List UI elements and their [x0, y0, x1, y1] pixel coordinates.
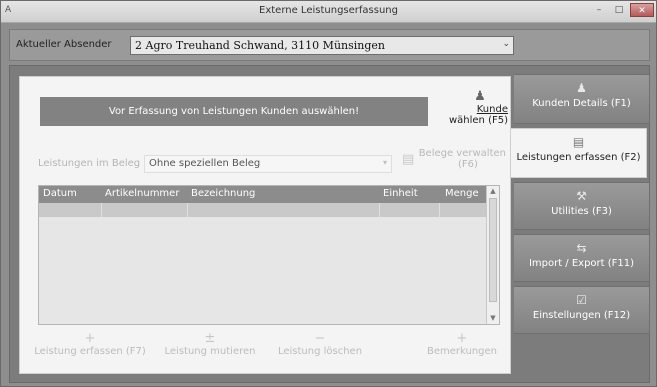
tab-label: Kunden Details (F1)	[532, 98, 631, 109]
column-header-bezeichnung[interactable]: Bezeichnung	[191, 188, 255, 199]
beleg-row: Leistungen im Beleg Ohne speziellen Bele…	[38, 148, 508, 174]
remarks-label: Bemerkungen	[426, 346, 497, 357]
close-button[interactable]: ✕	[630, 3, 654, 17]
edit-service-label: Leistung mutieren	[164, 346, 256, 357]
manage-belege-button[interactable]: ▤ Belege verwalten (F6)	[400, 148, 506, 170]
remarks-button[interactable]: + Bemerkungen	[422, 331, 502, 358]
tab-utilities[interactable]: ⚒ Utilities (F3)	[514, 182, 650, 230]
select-customer-button[interactable]: ♟ Kunde wählen (F5)	[430, 89, 508, 133]
sender-bar: Aktueller Absender 2 Agro Treuhand Schwa…	[9, 29, 650, 61]
beleg-label: Leistungen im Beleg	[38, 158, 141, 169]
select-customer-label: Kunde	[476, 104, 508, 115]
app-window: A Externe Leistungserfassung – □ ✕ Aktue…	[0, 0, 657, 387]
minus-icon: −	[314, 331, 326, 346]
delete-service-label: Leistung löschen	[277, 346, 363, 357]
content-panel: Vor Erfassung von Leistungen Kunden ausw…	[19, 76, 511, 374]
services-table[interactable]: Datum Artikelnummer Bezeichnung Einheit …	[38, 185, 500, 325]
beleg-select[interactable]: Ohne speziellen Beleg ▾	[144, 155, 392, 173]
tab-kunden-details[interactable]: ♟ Kunden Details (F1)	[514, 74, 650, 124]
sender-label: Aktueller Absender	[16, 39, 112, 50]
tab-label: Import / Export (F11)	[528, 258, 635, 269]
table-header: Datum Artikelnummer Bezeichnung Einheit …	[39, 186, 487, 203]
sender-select[interactable]: 2 Agro Treuhand Schwand, 3110 Münsingen …	[130, 36, 514, 55]
add-service-button[interactable]: + Leistung erfassen (F7)	[30, 331, 150, 358]
window-title: Externe Leistungserfassung	[259, 5, 398, 16]
column-header-artikelnummer[interactable]: Artikelnummer	[105, 188, 179, 199]
tab-einstellungen[interactable]: ☑ Einstellungen (F12)	[514, 286, 650, 334]
document-icon: ▤	[402, 152, 415, 167]
plus-icon: +	[456, 331, 468, 346]
select-customer-notice: Vor Erfassung von Leistungen Kunden ausw…	[40, 97, 428, 126]
tab-label: Einstellungen (F12)	[532, 310, 631, 321]
scroll-up-icon[interactable]: ▲	[487, 187, 499, 195]
table-row[interactable]	[39, 203, 487, 217]
action-bar: + Leistung erfassen (F7) ± Leistung muti…	[30, 332, 506, 368]
add-service-label: Leistung erfassen (F7)	[34, 346, 146, 357]
sender-value: 2 Agro Treuhand Schwand, 3110 Münsingen	[135, 39, 385, 52]
manage-belege-label: Belege verwalten	[418, 148, 506, 159]
column-header-datum[interactable]: Datum	[43, 188, 77, 199]
document-icon: ▤	[572, 135, 585, 149]
select-customer-shortcut: wählen (F5)	[448, 115, 508, 126]
tab-label: Leistungen erfassen (F2)	[516, 152, 641, 163]
column-header-einheit[interactable]: Einheit	[383, 188, 418, 199]
tools-icon: ⚒	[576, 189, 587, 203]
tab-leistungen-erfassen[interactable]: ▤ Leistungen erfassen (F2)	[511, 128, 647, 178]
scrollbar-thumb[interactable]	[489, 198, 497, 302]
maximize-button[interactable]: □	[610, 3, 628, 17]
beleg-select-value: Ohne speziellen Beleg	[149, 158, 261, 169]
minimize-button[interactable]: –	[590, 3, 608, 17]
delete-service-button[interactable]: − Leistung löschen	[270, 331, 370, 358]
scroll-down-icon[interactable]: ▼	[487, 314, 499, 322]
edit-service-button[interactable]: ± Leistung mutieren	[160, 331, 260, 358]
title-bar: A Externe Leistungserfassung – □ ✕	[1, 1, 656, 23]
settings-check-icon: ☑	[576, 293, 587, 307]
person-icon: ♟	[474, 89, 486, 104]
chevron-down-icon: ▾	[382, 158, 387, 167]
tab-label: Utilities (F3)	[551, 206, 612, 217]
table-scrollbar[interactable]: ▲ ▼	[486, 186, 499, 324]
edit-icon: ±	[204, 331, 216, 346]
chevron-down-icon: ⌄	[502, 39, 510, 49]
plus-icon: +	[84, 331, 96, 346]
tab-import-export[interactable]: ⇆ Import / Export (F11)	[514, 234, 650, 282]
transfer-icon: ⇆	[576, 241, 587, 255]
person-icon: ♟	[576, 81, 587, 95]
manage-belege-shortcut: (F6)	[458, 159, 478, 170]
column-header-menge[interactable]: Menge	[445, 188, 479, 199]
